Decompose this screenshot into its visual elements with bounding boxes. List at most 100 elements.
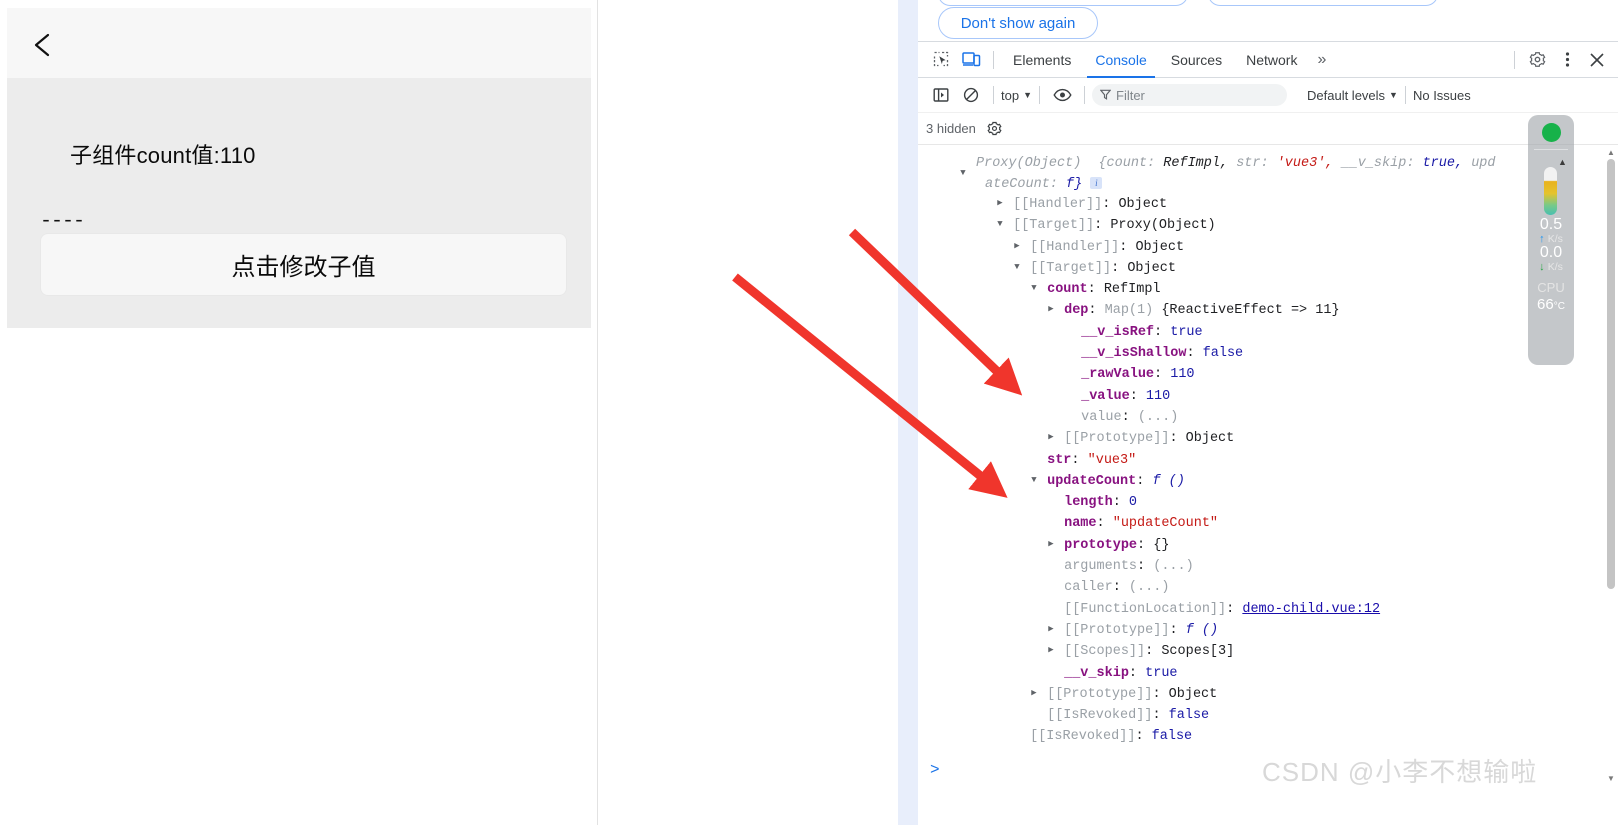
tree-row-key: _value bbox=[1081, 388, 1130, 404]
tree-row-value: Object bbox=[1185, 431, 1235, 447]
device-toolbar-icon[interactable] bbox=[956, 42, 986, 78]
tab-sources[interactable]: Sources bbox=[1159, 42, 1234, 78]
log-levels-selector[interactable]: Default levels ▼ bbox=[1307, 88, 1398, 103]
tree-row-separator: : bbox=[1096, 516, 1113, 532]
download-speed-unit: K/s bbox=[1547, 261, 1563, 274]
console-scrollbar[interactable]: ▲ ▼ bbox=[1604, 145, 1618, 785]
scrollbar-down-arrow[interactable]: ▼ bbox=[1604, 771, 1618, 785]
expand-arrow[interactable]: ▶ bbox=[995, 193, 1005, 214]
tree-row-separator: : bbox=[1152, 708, 1169, 724]
monitor-status-dot bbox=[1541, 123, 1561, 142]
expand-arrow[interactable]: ▶ bbox=[1029, 683, 1039, 704]
dont-show-again-button[interactable]: Don't show again bbox=[938, 7, 1098, 39]
console-tree-row[interactable]: ▶ prototype: {} bbox=[918, 534, 1380, 555]
tree-row-separator: : bbox=[1135, 729, 1152, 745]
scrollbar-up-arrow[interactable]: ▲ bbox=[1604, 145, 1618, 159]
collapse-arrow[interactable]: ▼ bbox=[1029, 470, 1039, 491]
tree-row-separator: : bbox=[1087, 282, 1104, 298]
expand-arrow[interactable]: ▶ bbox=[1046, 299, 1056, 320]
clear-console-icon[interactable] bbox=[956, 77, 986, 113]
console-tree-row[interactable]: ▶ dep: Map(1) {ReactiveEffect => 11} bbox=[918, 299, 1380, 320]
tab-elements[interactable]: Elements bbox=[1001, 42, 1083, 78]
console-tree-row[interactable]: ▸ length: 0 bbox=[918, 491, 1380, 512]
tree-row-separator: : bbox=[1137, 559, 1154, 575]
cpu-temp-value: 66 bbox=[1537, 295, 1554, 313]
network-cpu-monitor-overlay[interactable]: ▲ 0.5 ↑ K/s 0.0 ↓ K/s CPU 66°C bbox=[1528, 115, 1574, 365]
console-tree-row[interactable]: ▸ __v_skip: true bbox=[918, 662, 1380, 683]
issues-counter[interactable]: No Issues bbox=[1413, 88, 1471, 103]
inspect-element-icon[interactable] bbox=[926, 42, 956, 78]
collapse-arrow[interactable]: ▼ bbox=[1029, 278, 1039, 299]
expand-arrow[interactable]: ▶ bbox=[1046, 640, 1056, 661]
filterbar-divider-2 bbox=[1039, 86, 1040, 104]
console-tree-row[interactable]: ▼ updateCount: f () bbox=[918, 470, 1380, 491]
console-tree-row[interactable]: ▶ [[Prototype]]: Object bbox=[918, 683, 1380, 704]
tree-row-separator: : bbox=[1119, 239, 1136, 255]
gear-icon[interactable] bbox=[1522, 42, 1552, 78]
tree-row-key: [[Scopes]] bbox=[1064, 644, 1146, 660]
collapse-arrow[interactable]: ▼ bbox=[1012, 257, 1022, 278]
scrollbar-thumb[interactable] bbox=[1607, 159, 1615, 589]
console-tree-row[interactable]: ▶ [[Prototype]]: f () bbox=[918, 619, 1380, 640]
console-tree-row[interactable]: ▸ _value: 110 bbox=[918, 385, 1380, 406]
close-icon[interactable] bbox=[1582, 42, 1612, 78]
console-tree-row[interactable]: ▸ [[IsRevoked]]: false bbox=[918, 725, 1380, 746]
child-count-label: 子组件count值:110 bbox=[70, 143, 256, 168]
tree-row-key: [[Prototype]] bbox=[1064, 431, 1170, 447]
console-root-object-line[interactable]: ▼ Proxy(Object) {count: RefImpl, str: 'v… bbox=[918, 153, 1618, 195]
console-sidebar-icon[interactable] bbox=[926, 77, 956, 113]
log-levels-label: Default levels bbox=[1307, 87, 1386, 103]
tab-network[interactable]: Network bbox=[1234, 42, 1309, 78]
tree-row-spacer: ▸ bbox=[1029, 449, 1039, 470]
console-tree-row[interactable]: ▸ __v_isShallow: false bbox=[918, 342, 1380, 363]
collapse-arrow[interactable]: ▼ bbox=[995, 214, 1005, 235]
console-tree-row[interactable]: ▶ [[Prototype]]: Object bbox=[918, 427, 1380, 448]
filterbar-divider-3 bbox=[1084, 86, 1085, 104]
console-tree-row[interactable]: ▸ str: "vue3" bbox=[918, 449, 1380, 470]
console-tree-row[interactable]: ▶ [[Handler]]: Object bbox=[918, 236, 1380, 257]
console-tree-row[interactable]: ▸ [[IsRevoked]]: false bbox=[918, 704, 1380, 725]
execution-context-selector[interactable]: top ▼ bbox=[1001, 88, 1032, 103]
console-tree-row[interactable]: ▸ _rawValue: 110 bbox=[918, 363, 1380, 384]
tab-console[interactable]: Console bbox=[1083, 42, 1158, 78]
expand-arrow[interactable]: ▶ bbox=[1046, 534, 1056, 555]
tree-row-value: RefImpl bbox=[1103, 282, 1161, 298]
source-location-link[interactable]: demo-child.vue:12 bbox=[1242, 602, 1380, 617]
kebab-menu-icon[interactable] bbox=[1552, 42, 1582, 78]
notification-pill-cut-left[interactable] bbox=[938, 0, 1188, 6]
console-tree-row[interactable]: ▼ [[Target]]: Object bbox=[918, 257, 1380, 278]
tree-row-spacer: ▸ bbox=[1046, 555, 1056, 576]
expand-arrow[interactable]: ▶ bbox=[1046, 427, 1056, 448]
gear-icon-hidden[interactable] bbox=[980, 111, 1010, 147]
download-arrow-icon: ↓ bbox=[1539, 261, 1545, 274]
console-tree-row[interactable]: ▶ [[Handler]]: Object bbox=[918, 193, 1380, 214]
notification-pill-cut-right[interactable] bbox=[1208, 0, 1438, 6]
live-expression-eye-icon[interactable] bbox=[1047, 77, 1077, 113]
console-tree-row[interactable]: ▶ [[Scopes]]: Scopes[3] bbox=[918, 640, 1380, 661]
chevron-left-icon[interactable] bbox=[29, 30, 57, 60]
modify-child-value-button[interactable]: 点击修改子值 bbox=[40, 233, 567, 296]
console-tree-row[interactable]: ▸ [[FunctionLocation]]: demo-child.vue:1… bbox=[918, 598, 1380, 619]
more-tabs-icon[interactable]: » bbox=[1309, 51, 1334, 69]
console-tree-row[interactable]: ▸ caller: (...) bbox=[918, 576, 1380, 597]
tree-row-key: _rawValue bbox=[1081, 367, 1155, 383]
console-tree-row[interactable]: ▼ count: RefImpl bbox=[918, 278, 1380, 299]
tree-row-key: [[Handler]] bbox=[1013, 197, 1103, 213]
filter-input[interactable]: Filter bbox=[1092, 84, 1287, 106]
info-badge-icon[interactable]: i bbox=[1090, 177, 1103, 190]
preview-open: { bbox=[1098, 156, 1107, 171]
console-tree-row[interactable]: ▸ value: (...) bbox=[918, 406, 1380, 427]
console-tree-row[interactable]: ▼ [[Target]]: Proxy(Object) bbox=[918, 214, 1380, 235]
expand-arrow[interactable]: ▶ bbox=[1012, 236, 1022, 257]
tree-row-key: dep bbox=[1064, 303, 1089, 319]
console-tree-row[interactable]: ▸ name: "updateCount" bbox=[918, 512, 1380, 533]
expand-arrow-root[interactable]: ▼ bbox=[958, 163, 968, 184]
tree-row-key: value bbox=[1081, 410, 1122, 426]
tree-row-value: true bbox=[1145, 665, 1178, 681]
console-tree-row[interactable]: ▸ __v_isRef: true bbox=[918, 321, 1380, 342]
console-tree-row[interactable]: ▸ arguments: (...) bbox=[918, 555, 1380, 576]
expand-arrow[interactable]: ▶ bbox=[1046, 619, 1056, 640]
hidden-messages-count: 3 hidden bbox=[926, 121, 976, 136]
devtools-toolbar-right bbox=[1507, 42, 1618, 78]
tree-row-separator: : bbox=[1121, 410, 1138, 426]
